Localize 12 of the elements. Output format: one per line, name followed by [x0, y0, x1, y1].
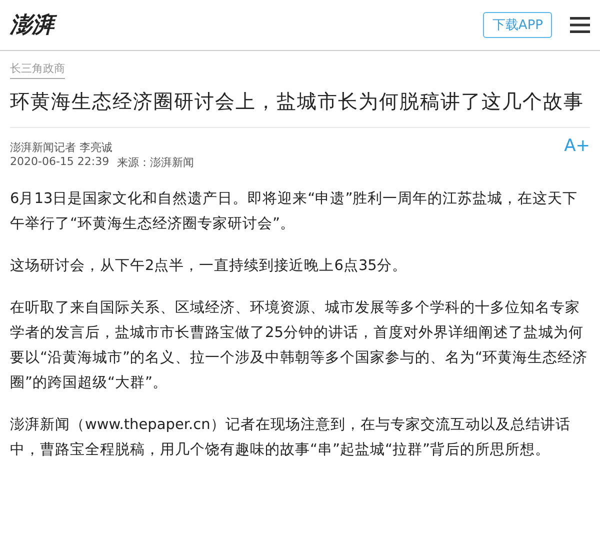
article-title: 环黄海生态经济圈研讨会上，盐城市长为何脱稿讲了这几个故事	[10, 89, 585, 115]
source-text: 来源：澎湃新闻	[117, 155, 194, 170]
author-text: 澎湃新闻记者 李亮诚	[10, 141, 112, 154]
menu-icon[interactable]	[570, 17, 590, 33]
article-paragraph: 澎湃新闻（www.thepaper.cn）记者在现场注意到，在与专家交流互动以及总结讲话中，曹路宝全程脱稿，用几个饶有趣味的故事“串”起盐城“拉群”背后的所思所想。	[10, 416, 572, 460]
download-app-button[interactable]: 下载APP	[483, 12, 552, 38]
article-paragraph: 6月13日是国家文化和自然遗产日。即将迎来“申遗”胜利一周年的江苏盐城，在这天下午举行了“环黄海生态经济圈专家研讨会”。	[10, 190, 579, 234]
article-paragraph: 在听取了来自国际关系、区域经济、环境资源、城市发展等多个学科的十多位知名专家学者的发言后，盐城市市长曹路宝做了25分钟的讲话，首度对外界详细阐述了盐城为何要以“沿黄海城市”的名义、拉一个涉及中韩朝等多个国家参与的、名为“环黄海生态经济圈”的跨国超级“大群”。	[10, 298, 589, 393]
publish-date: 2020-06-15 22:39	[10, 155, 110, 170]
font-size-button[interactable]: A+	[564, 136, 590, 156]
category-tag[interactable]: 长三角政商	[10, 61, 65, 79]
article-paragraph: 这场研讨会，从下午2点半，一直持续到接近晚上6点35分。	[10, 257, 408, 276]
